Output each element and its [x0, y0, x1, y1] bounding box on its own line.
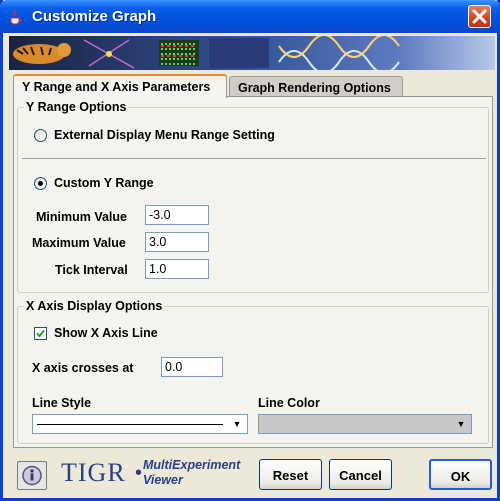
checkmark-icon [36, 329, 45, 338]
tab-panel: Y Range Options External Display Menu Ra… [13, 96, 493, 448]
logo-sub-line1: MultiExperiment [143, 458, 241, 472]
reset-button[interactable]: Reset [259, 459, 322, 490]
x-axis-group: X Axis Display Options Show X Axis Line … [17, 299, 489, 444]
title-bar[interactable]: Customize Graph [0, 0, 500, 33]
line-style-dropdown[interactable]: ▼ [32, 414, 248, 434]
dialog-footer: TIGR • MultiExperiment Viewer Reset Canc… [13, 452, 493, 494]
tigr-logo: TIGR [61, 458, 126, 487]
line-style-preview [37, 424, 223, 425]
custom-range-label[interactable]: Custom Y Range [54, 176, 154, 190]
tab-y-range-x-axis[interactable]: Y Range and X Axis Parameters [13, 74, 227, 98]
x-axis-crosses-input[interactable] [161, 357, 223, 377]
minimum-value-label: Minimum Value [36, 210, 127, 224]
maximum-value-input[interactable] [145, 232, 209, 252]
line-color-label: Line Color [258, 396, 320, 410]
show-x-axis-label[interactable]: Show X Axis Line [54, 326, 158, 340]
custom-range-radio[interactable] [34, 177, 47, 190]
info-icon [22, 465, 42, 486]
external-range-label[interactable]: External Display Menu Range Setting [54, 128, 275, 142]
line-color-dropdown[interactable]: ▼ [258, 414, 472, 434]
minimum-value-input[interactable] [145, 205, 209, 225]
chevron-down-icon[interactable]: ▼ [453, 417, 469, 431]
chevron-down-icon[interactable]: ▼ [229, 417, 245, 431]
external-range-radio[interactable] [34, 129, 47, 142]
java-cup-icon [10, 9, 22, 25]
tab-graph-rendering[interactable]: Graph Rendering Options [229, 76, 403, 97]
mev-logo-text: MultiExperiment Viewer [143, 458, 240, 488]
logo-sub-line2: Viewer [143, 473, 183, 487]
x-axis-group-title: X Axis Display Options [24, 299, 165, 313]
header-banner-image [9, 36, 495, 70]
y-range-divider [22, 158, 486, 159]
x-axis-crosses-label: X axis crosses at [32, 361, 134, 375]
line-style-label: Line Style [32, 396, 92, 410]
ok-button[interactable]: OK [429, 459, 492, 490]
info-button[interactable] [17, 461, 47, 490]
window-title: Customize Graph [32, 8, 157, 25]
banner-art [13, 36, 400, 70]
close-icon [472, 9, 487, 24]
maximum-value-label: Maximum Value [32, 236, 126, 250]
logo-dot: • [135, 462, 143, 484]
y-range-group: Y Range Options External Display Menu Ra… [17, 100, 489, 293]
y-range-group-title: Y Range Options [24, 100, 129, 114]
tick-interval-label: Tick Interval [55, 263, 128, 277]
tab-bar: Y Range and X Axis Parameters Graph Rend… [13, 74, 493, 98]
cancel-button[interactable]: Cancel [329, 459, 392, 490]
show-x-axis-checkbox[interactable] [34, 327, 47, 340]
tick-interval-input[interactable] [145, 259, 209, 279]
close-button[interactable] [468, 5, 491, 28]
customize-graph-dialog: Customize Graph Y Range and X Axis Param… [0, 0, 500, 501]
